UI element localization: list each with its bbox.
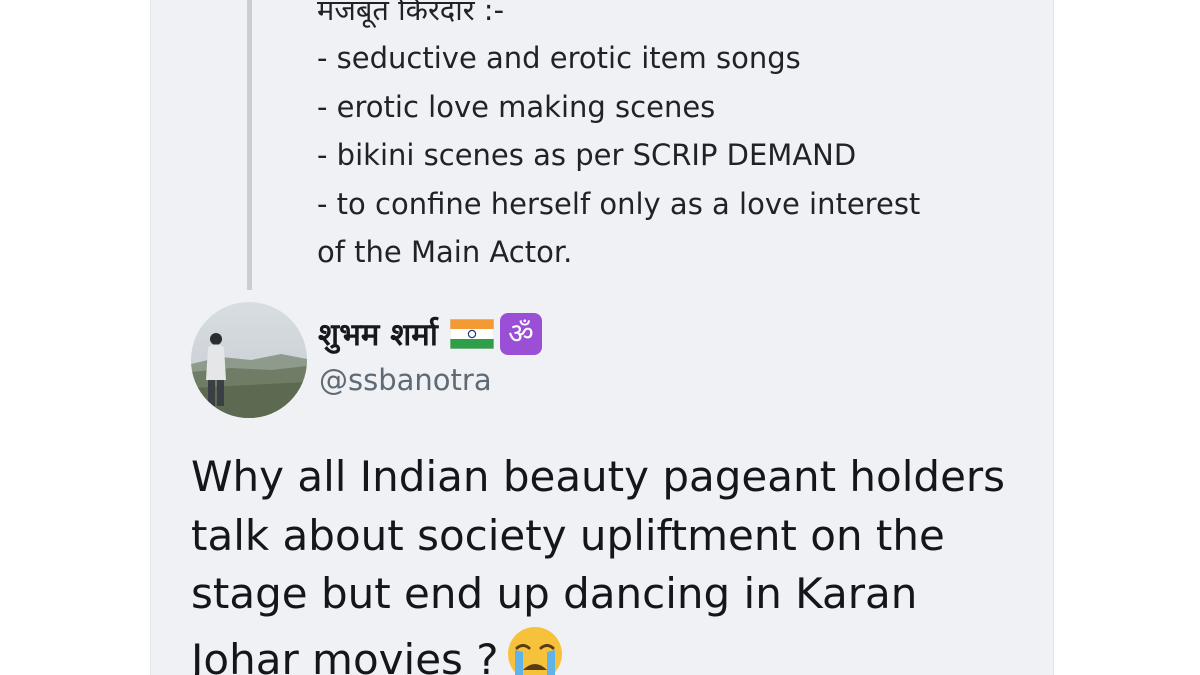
om-symbol-icon: ॐ bbox=[499, 313, 542, 355]
tweet-line: Why all Indian beauty pageant holders bbox=[191, 452, 1006, 501]
avatar[interactable] bbox=[191, 302, 307, 418]
tweet-last-line: Johar movies ? bbox=[191, 624, 1031, 675]
author-handle[interactable]: @ssbanotra bbox=[319, 363, 492, 397]
tweet-line: stage but end up dancing in Karan bbox=[191, 569, 918, 618]
quoted-line: of the Main Actor. bbox=[317, 235, 573, 270]
tweet-line: talk about society upliftment on the bbox=[191, 510, 945, 560]
quoted-line: - erotic love making scenes bbox=[317, 89, 716, 124]
author-name-row: शुभम शर्मा ॐ bbox=[318, 312, 542, 356]
quoted-line: - bikini scenes as per SCRIP DEMAND bbox=[317, 138, 857, 173]
quoted-tweet-text: मजबूत किरदार :- - seductive and erotic i… bbox=[317, 0, 920, 276]
loudly-crying-face-icon bbox=[505, 624, 565, 675]
tweet-text: Why all Indian beauty pageant holders ta… bbox=[191, 448, 1031, 675]
quoted-line: - seductive and erotic item songs bbox=[317, 41, 801, 76]
tweet-line: Johar movies ? bbox=[191, 634, 499, 675]
author-display-name[interactable]: शुभम शर्मा bbox=[318, 313, 438, 355]
quoted-line: मजबूत किरदार :- bbox=[317, 0, 505, 27]
indian-flag-icon bbox=[449, 318, 495, 350]
avatar-photo bbox=[191, 302, 307, 418]
thread-connector-line bbox=[247, 0, 252, 290]
tweet-screenshot: मजबूत किरदार :- - seductive and erotic i… bbox=[150, 0, 1054, 675]
quoted-line: - to confine herself only as a love inte… bbox=[317, 186, 921, 221]
